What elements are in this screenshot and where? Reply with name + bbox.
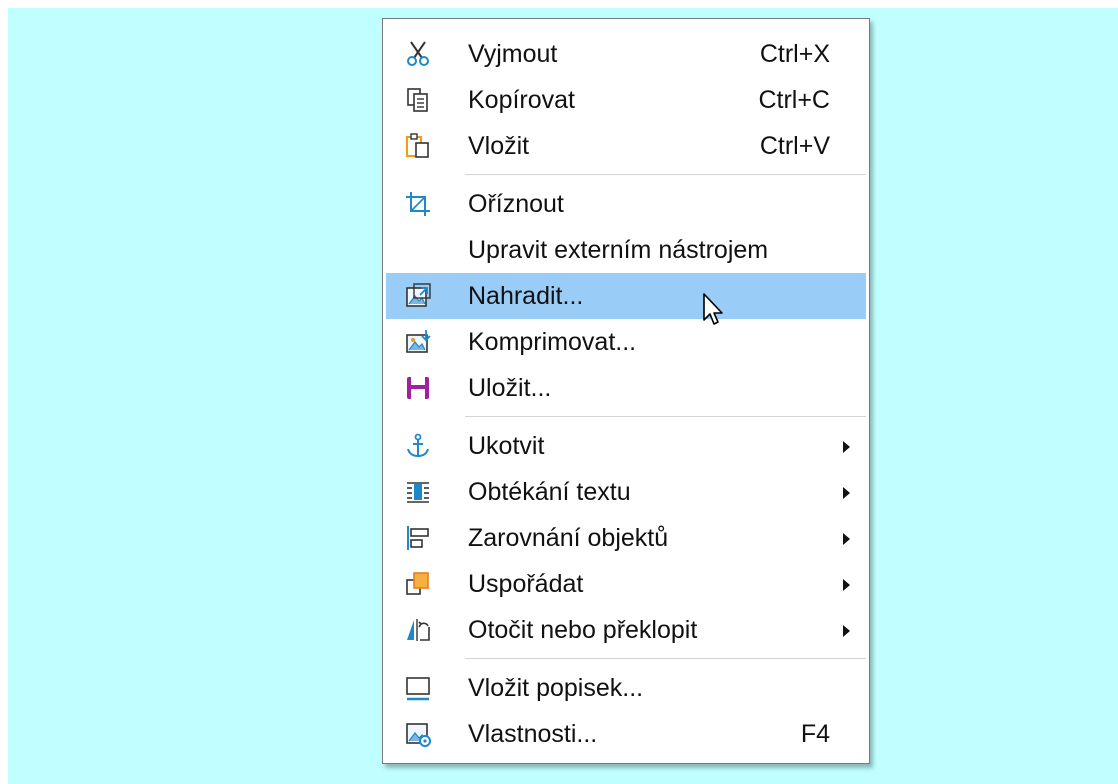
rotate-flip-icon <box>402 614 434 646</box>
text-wrap-icon <box>402 476 434 508</box>
crop-icon <box>402 188 434 220</box>
menu-item-replace[interactable]: Nahradit... <box>386 273 866 319</box>
menu-separator <box>465 416 866 417</box>
arrange-icon <box>402 568 434 600</box>
menu-item-arrange[interactable]: Uspořádat <box>386 561 866 607</box>
menu-item-label: Vložit popisek... <box>468 673 644 702</box>
menu-item-label: Kopírovat <box>468 85 576 114</box>
menu-item-text-wrap[interactable]: Obtékání textu <box>386 469 866 515</box>
menu-item-label: Otočit nebo překlopit <box>468 615 698 644</box>
menu-item-anchor[interactable]: Ukotvit <box>386 423 866 469</box>
replace-image-icon <box>402 280 434 312</box>
menu-item-label: Uložit... <box>468 373 552 402</box>
menu-item-copy[interactable]: Kopírovat Ctrl+C <box>386 77 866 123</box>
menu-item-properties[interactable]: Vlastnosti... F4 <box>386 711 866 757</box>
context-menu: Vyjmout Ctrl+X Kopírovat Ctrl+C Vložit C <box>382 18 870 764</box>
insert-caption-icon <box>402 672 434 704</box>
menu-item-compress[interactable]: Komprimovat... <box>386 319 866 365</box>
paste-icon <box>402 130 434 162</box>
menu-item-label: Vyjmout <box>468 39 558 68</box>
menu-item-cut[interactable]: Vyjmout Ctrl+X <box>386 31 866 77</box>
menu-item-label: Nahradit... <box>468 281 584 310</box>
menu-item-crop[interactable]: Oříznout <box>386 181 866 227</box>
menu-item-label: Ukotvit <box>468 431 545 460</box>
submenu-arrow-icon <box>843 441 850 453</box>
submenu-arrow-icon <box>843 625 850 637</box>
menu-item-label: Vlastnosti... <box>468 719 598 748</box>
menu-item-shortcut: Ctrl+V <box>759 131 830 160</box>
menu-item-label: Komprimovat... <box>468 327 637 356</box>
menu-item-shortcut: Ctrl+X <box>759 39 830 68</box>
save-icon <box>402 372 434 404</box>
menu-item-label: Uspořádat <box>468 569 584 598</box>
menu-item-paste[interactable]: Vložit Ctrl+V <box>386 123 866 169</box>
menu-separator <box>465 658 866 659</box>
align-objects-icon <box>402 522 434 554</box>
properties-icon <box>402 718 434 750</box>
menu-item-save[interactable]: Uložit... <box>386 365 866 411</box>
anchor-icon <box>402 430 434 462</box>
submenu-arrow-icon <box>843 579 850 591</box>
menu-item-shortcut: F4 <box>800 719 830 748</box>
menu-item-label: Obtékání textu <box>468 477 631 506</box>
copy-icon <box>402 84 434 116</box>
menu-item-label: Upravit externím nástrojem <box>468 235 769 264</box>
menu-separator <box>465 174 866 175</box>
menu-item-label: Oříznout <box>468 189 564 218</box>
menu-item-insert-caption[interactable]: Vložit popisek... <box>386 665 866 711</box>
compress-image-icon <box>402 326 434 358</box>
mouse-pointer-icon <box>703 293 723 325</box>
submenu-arrow-icon <box>843 533 850 545</box>
menu-item-label: Zarovnání objektů <box>468 523 669 552</box>
menu-item-align-objects[interactable]: Zarovnání objektů <box>386 515 866 561</box>
scissors-icon <box>402 38 434 70</box>
menu-item-edit-external[interactable]: Upravit externím nástrojem <box>386 227 866 273</box>
submenu-arrow-icon <box>843 487 850 499</box>
menu-item-shortcut: Ctrl+C <box>758 85 830 114</box>
menu-item-rotate-flip[interactable]: Otočit nebo překlopit <box>386 607 866 653</box>
menu-item-label: Vložit <box>468 131 530 160</box>
